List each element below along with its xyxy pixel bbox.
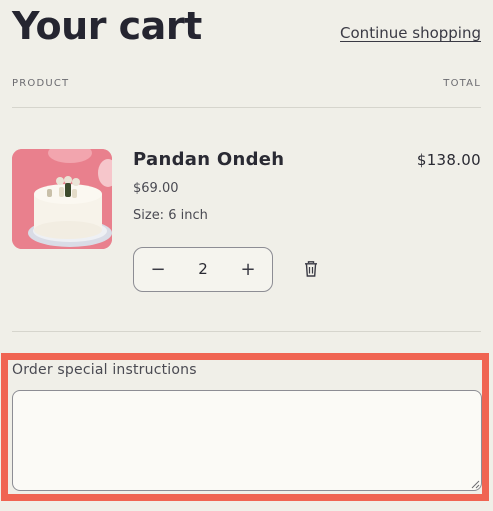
cake-illustration (12, 149, 112, 249)
decrease-quantity-button[interactable]: − (136, 248, 180, 291)
increase-quantity-button[interactable]: + (226, 248, 270, 291)
plus-icon: + (240, 259, 256, 280)
item-divider (12, 331, 481, 332)
special-instructions-label: Order special instructions (12, 362, 197, 378)
quantity-stepper: − 2 + (133, 247, 273, 292)
product-unit-price: $69.00 (133, 181, 179, 196)
page-title: Your cart (12, 4, 202, 48)
product-column-header: PRODUCT (12, 78, 70, 89)
product-variant: Size: 6 inch (133, 208, 208, 223)
total-column-header: TOTAL (443, 78, 481, 89)
line-total-price: $138.00 (416, 151, 481, 169)
product-image[interactable] (12, 149, 112, 249)
header-divider (12, 107, 481, 108)
remove-item-button[interactable] (304, 261, 318, 277)
continue-shopping-link[interactable]: Continue shopping (340, 24, 481, 42)
minus-icon: − (150, 259, 166, 280)
special-instructions-textarea[interactable] (12, 390, 482, 491)
product-name[interactable]: Pandan Ondeh (133, 149, 284, 170)
trash-icon (305, 261, 317, 277)
quantity-input[interactable]: 2 (178, 248, 228, 291)
